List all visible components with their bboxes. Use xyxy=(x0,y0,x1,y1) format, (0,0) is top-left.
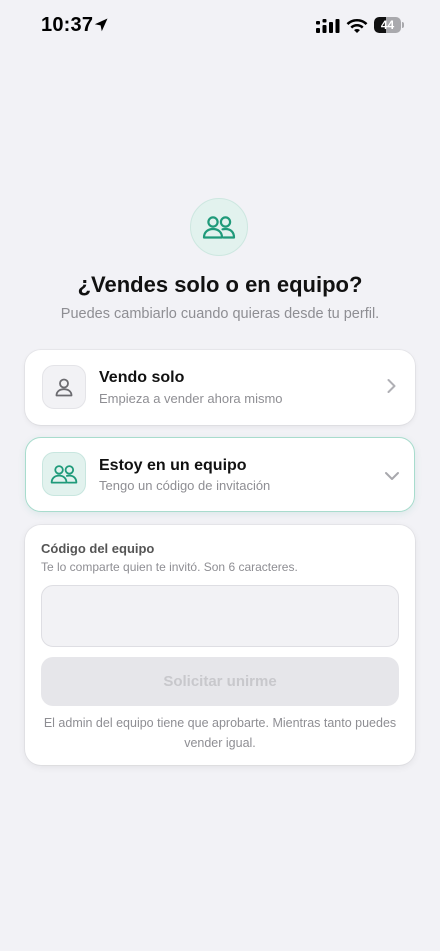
option-icon-container xyxy=(42,365,86,409)
team-code-input[interactable] xyxy=(41,585,399,647)
option-title: Estoy en un equipo xyxy=(99,457,247,474)
option-title: Vendo solo xyxy=(99,369,185,386)
wifi-icon xyxy=(346,19,368,33)
team-code-label: Código del equipo xyxy=(41,541,155,556)
location-arrow-icon xyxy=(94,18,108,32)
cellular-signal-icon xyxy=(316,19,340,33)
people-icon xyxy=(50,465,78,484)
approval-note: El admin del equipo tiene que aprobarte.… xyxy=(43,716,397,750)
option-subtitle: Tengo un código de invitación xyxy=(99,478,271,493)
option-icon-container xyxy=(42,452,86,496)
option-subtitle: Empieza a vender ahora mismo xyxy=(99,391,283,406)
request-join-button[interactable]: Solicitar unirme xyxy=(41,657,399,706)
chevron-down-icon xyxy=(385,472,399,480)
battery-level: 44 xyxy=(380,18,395,32)
person-icon xyxy=(55,378,73,397)
battery-indicator: 44 xyxy=(374,17,405,34)
chevron-right-icon xyxy=(387,379,396,393)
page-title: ¿Vendes solo o en equipo? xyxy=(77,272,363,297)
people-icon xyxy=(202,216,236,239)
page-subtitle: Puedes cambiarlo cuando quieras desde tu… xyxy=(60,306,380,322)
status-bar: 10:37 44 xyxy=(0,0,440,54)
status-time: 10:37 xyxy=(41,14,94,36)
option-join-team[interactable]: Estoy en un equipo Tengo un código de in… xyxy=(25,437,415,512)
option-sell-solo[interactable]: Vendo solo Empieza a vender ahora mismo xyxy=(25,350,415,425)
team-code-panel: Código del equipo Te lo comparte quien t… xyxy=(25,525,415,765)
team-header-icon xyxy=(190,198,248,256)
team-code-help: Te lo comparte quien te invitó. Son 6 ca… xyxy=(41,560,298,574)
